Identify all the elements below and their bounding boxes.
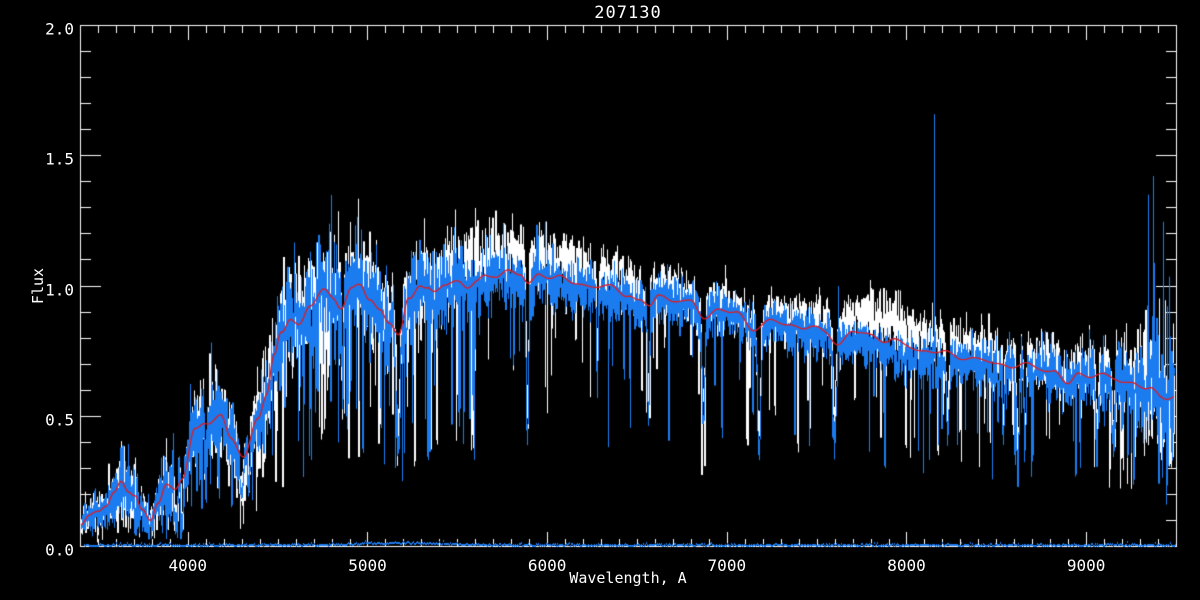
spectrum-plot-canvas (0, 0, 1200, 600)
plot-title: 207130 (594, 3, 662, 23)
x-axis-title: Wavelength, A (569, 569, 687, 587)
y-tick-label: 0.5 (45, 410, 74, 430)
x-tick-label: 7000 (707, 556, 747, 575)
x-tick-label: 9000 (1066, 556, 1106, 575)
x-tick-label: 6000 (527, 556, 567, 575)
x-tick-label: 5000 (348, 556, 387, 575)
x-tick-label: 8000 (887, 556, 926, 575)
y-tick-label: 2.0 (45, 19, 74, 39)
y-tick-label: 1.5 (45, 149, 74, 169)
y-tick-label: 1.0 (45, 280, 74, 299)
spectrum-plot-window: 207130 Wavelength, A Flux 4000 5000 6000 70… (0, 0, 1200, 600)
x-tick-label: 4000 (168, 556, 208, 575)
y-tick-label: 0.0 (45, 540, 74, 560)
